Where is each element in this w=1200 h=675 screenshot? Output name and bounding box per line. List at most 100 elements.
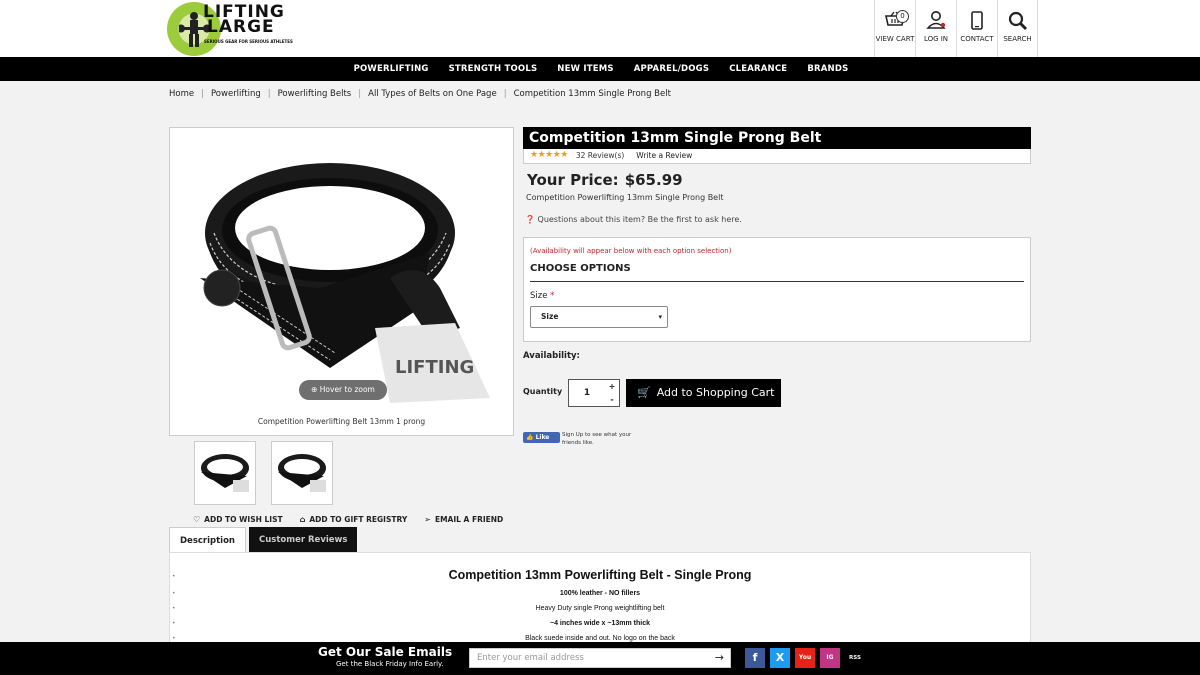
svg-text:LIFTING: LIFTING — [395, 357, 474, 378]
email-friend-label: EMAIL A FRIEND — [434, 515, 504, 524]
logo-tagline: SERIOUS GEAR FOR SERIOUS ATHLETES — [204, 39, 293, 44]
wish-list-label: ADD TO WISH LIST — [204, 515, 283, 524]
gift-registry-label: ADD TO GIFT REGISTRY — [309, 515, 408, 524]
breadcrumb-separator: | — [503, 89, 507, 99]
breadcrumb-all-belts[interactable]: All Types of Belts on One Page — [368, 89, 497, 99]
breadcrumb-separator: | — [201, 89, 204, 99]
tab-customer-reviews[interactable]: Customer Reviews — [248, 527, 358, 553]
belt-thumbnail-image — [278, 454, 326, 492]
add-to-cart-button[interactable]: 🛒 Add to Shopping Cart — [626, 379, 781, 407]
nav-item-apparel-dogs[interactable]: APPAREL/DOGS — [634, 57, 710, 81]
nav-item-clearance[interactable]: CLEARANCE — [729, 57, 787, 81]
tab-description[interactable]: Description — [169, 527, 246, 553]
question-circle-icon: ❓ — [525, 215, 535, 224]
list-bullet: • — [172, 605, 176, 612]
description-line-2: Heavy Duty single Prong weightlifting be… — [535, 605, 665, 612]
zoom-label: Hover to zoom — [319, 385, 375, 394]
options-divider — [530, 281, 1024, 282]
quantity-increase-button[interactable]: + — [605, 380, 619, 393]
product-subtitle: Competition Powerlifting 13mm Single Pro… — [526, 193, 724, 202]
header-icon-group: 0 VIEW CART LOG IN CONTACT SEARCH — [874, 0, 1038, 57]
contact-button[interactable]: CONTACT — [956, 0, 997, 57]
thumbs-up-icon: 👍 — [526, 434, 534, 441]
gift-icon: ⌂ — [299, 515, 306, 524]
product-price: Your Price: $65.99 — [527, 171, 683, 189]
add-to-cart-label: Add to Shopping Cart — [656, 386, 775, 399]
instagram-icon[interactable]: IG — [820, 648, 840, 668]
logo-wordmark: LIFTING LARGE — [203, 4, 285, 36]
required-marker: * — [550, 291, 555, 301]
breadcrumb-powerlifting[interactable]: Powerlifting — [211, 89, 261, 99]
questions-link[interactable]: ❓ Questions about this item? Be the firs… — [525, 215, 742, 224]
view-cart-button[interactable]: 0 VIEW CART — [874, 0, 915, 57]
nav-item-brands[interactable]: BRANDS — [807, 57, 848, 81]
email-signup-input[interactable]: Enter your email address → — [469, 648, 731, 668]
phone-icon — [971, 11, 983, 30]
description-title: Competition 13mm Powerlifting Belt - Sin… — [448, 568, 752, 582]
contact-label: CONTACT — [960, 35, 994, 43]
cart-count-badge: 0 — [896, 10, 909, 23]
quantity-decrease-button[interactable]: - — [605, 393, 619, 406]
facebook-like-button[interactable]: 👍 Like — [523, 432, 560, 443]
image-caption: Competition Powerlifting Belt 13mm 1 pro… — [257, 417, 426, 426]
youtube-icon[interactable]: You — [795, 648, 815, 668]
x-glyph: X — [775, 651, 785, 664]
review-count-link[interactable]: 32 Review(s) — [576, 149, 624, 163]
search-label: SEARCH — [1003, 35, 1032, 43]
breadcrumb-separator: | — [267, 89, 271, 99]
price-label: Your Price: — [527, 171, 619, 189]
thumbnail-2[interactable] — [271, 441, 333, 505]
search-icon — [1008, 11, 1027, 31]
user-icon — [926, 11, 946, 29]
rating-stars[interactable]: ★★★★★ — [530, 149, 568, 163]
product-image-box[interactable]: LIFTING ⊕ Hover to zoom Competition Powe… — [169, 127, 514, 436]
main-nav: POWERLIFTING STRENGTH TOOLS NEW ITEMS AP… — [0, 57, 1200, 81]
sale-emails-subtitle: Get the Black Friday Info Early. — [336, 660, 444, 668]
facebook-icon[interactable]: f — [745, 648, 765, 668]
facebook-signup-label: Sign Up to see what your friends like. — [562, 432, 632, 446]
thumbnail-1[interactable] — [194, 441, 256, 505]
sale-emails-title: Get Our Sale Emails — [318, 645, 453, 659]
add-to-wish-list-link[interactable]: ♡ ADD TO WISH LIST — [193, 515, 283, 524]
availability-label: Availability: — [523, 351, 580, 361]
login-label: LOG IN — [923, 35, 949, 43]
size-label-text: Size — [530, 291, 548, 301]
description-line: ~4 inches wide x ~13mm thick — [170, 620, 1030, 627]
size-label: Size * — [530, 291, 554, 301]
breadcrumb-current[interactable]: Competition 13mm Single Prong Belt — [514, 89, 671, 99]
zoom-icon: ⊕ — [311, 385, 320, 394]
size-select[interactable]: Size ▾ — [530, 306, 668, 328]
write-review-link[interactable]: Write a Review — [636, 149, 692, 163]
description-line-4: Black suede inside and out. No logo on t… — [525, 635, 675, 642]
breadcrumb: Home | Powerlifting | Powerlifting Belts… — [169, 89, 671, 99]
x-twitter-icon[interactable]: X — [770, 648, 790, 668]
breadcrumb-powerlifting-belts[interactable]: Powerlifting Belts — [278, 89, 352, 99]
nav-item-strength-tools[interactable]: STRENGTH TOOLS — [449, 57, 538, 81]
add-to-gift-registry-link[interactable]: ⌂ ADD TO GIFT REGISTRY — [300, 515, 408, 524]
list-bullet: • — [172, 590, 176, 597]
search-button[interactable]: SEARCH — [997, 0, 1038, 57]
questions-label: Questions about this item? Be the first … — [537, 215, 742, 224]
facebook-signup-text: Sign Up to see what your friends like. — [562, 431, 632, 447]
quantity-input[interactable]: 1 — [569, 380, 605, 406]
nav-item-powerlifting[interactable]: POWERLIFTING — [354, 57, 429, 81]
belt-thumbnail-image — [201, 454, 249, 492]
email-a-friend-link[interactable]: ➢ EMAIL A FRIEND — [424, 515, 503, 524]
list-bullet: • — [172, 573, 176, 580]
nav-item-new-items[interactable]: NEW ITEMS — [557, 57, 613, 81]
list-bullet: • — [172, 635, 176, 642]
breadcrumb-separator: | — [358, 89, 362, 99]
view-cart-label: VIEW CART — [875, 35, 915, 43]
rss-icon[interactable]: RSS — [845, 648, 865, 668]
lifting-large-logo[interactable]: LIFTING LARGE SERIOUS GEAR FOR SERIOUS A… — [167, 2, 293, 56]
options-panel: (Availability will appear below with eac… — [523, 237, 1031, 342]
belt-product-image: LIFTING — [200, 163, 490, 403]
product-tabs: Description Customer Reviews — [169, 527, 358, 553]
arrow-right-icon[interactable]: → — [715, 649, 724, 667]
breadcrumb-home[interactable]: Home — [169, 89, 194, 99]
size-selected-value: Size — [541, 312, 559, 321]
site-header: LIFTING LARGE SERIOUS GEAR FOR SERIOUS A… — [0, 0, 1200, 57]
login-button[interactable]: LOG IN — [915, 0, 956, 57]
list-bullet: • — [172, 620, 176, 627]
youtube-glyph: You — [798, 654, 812, 661]
